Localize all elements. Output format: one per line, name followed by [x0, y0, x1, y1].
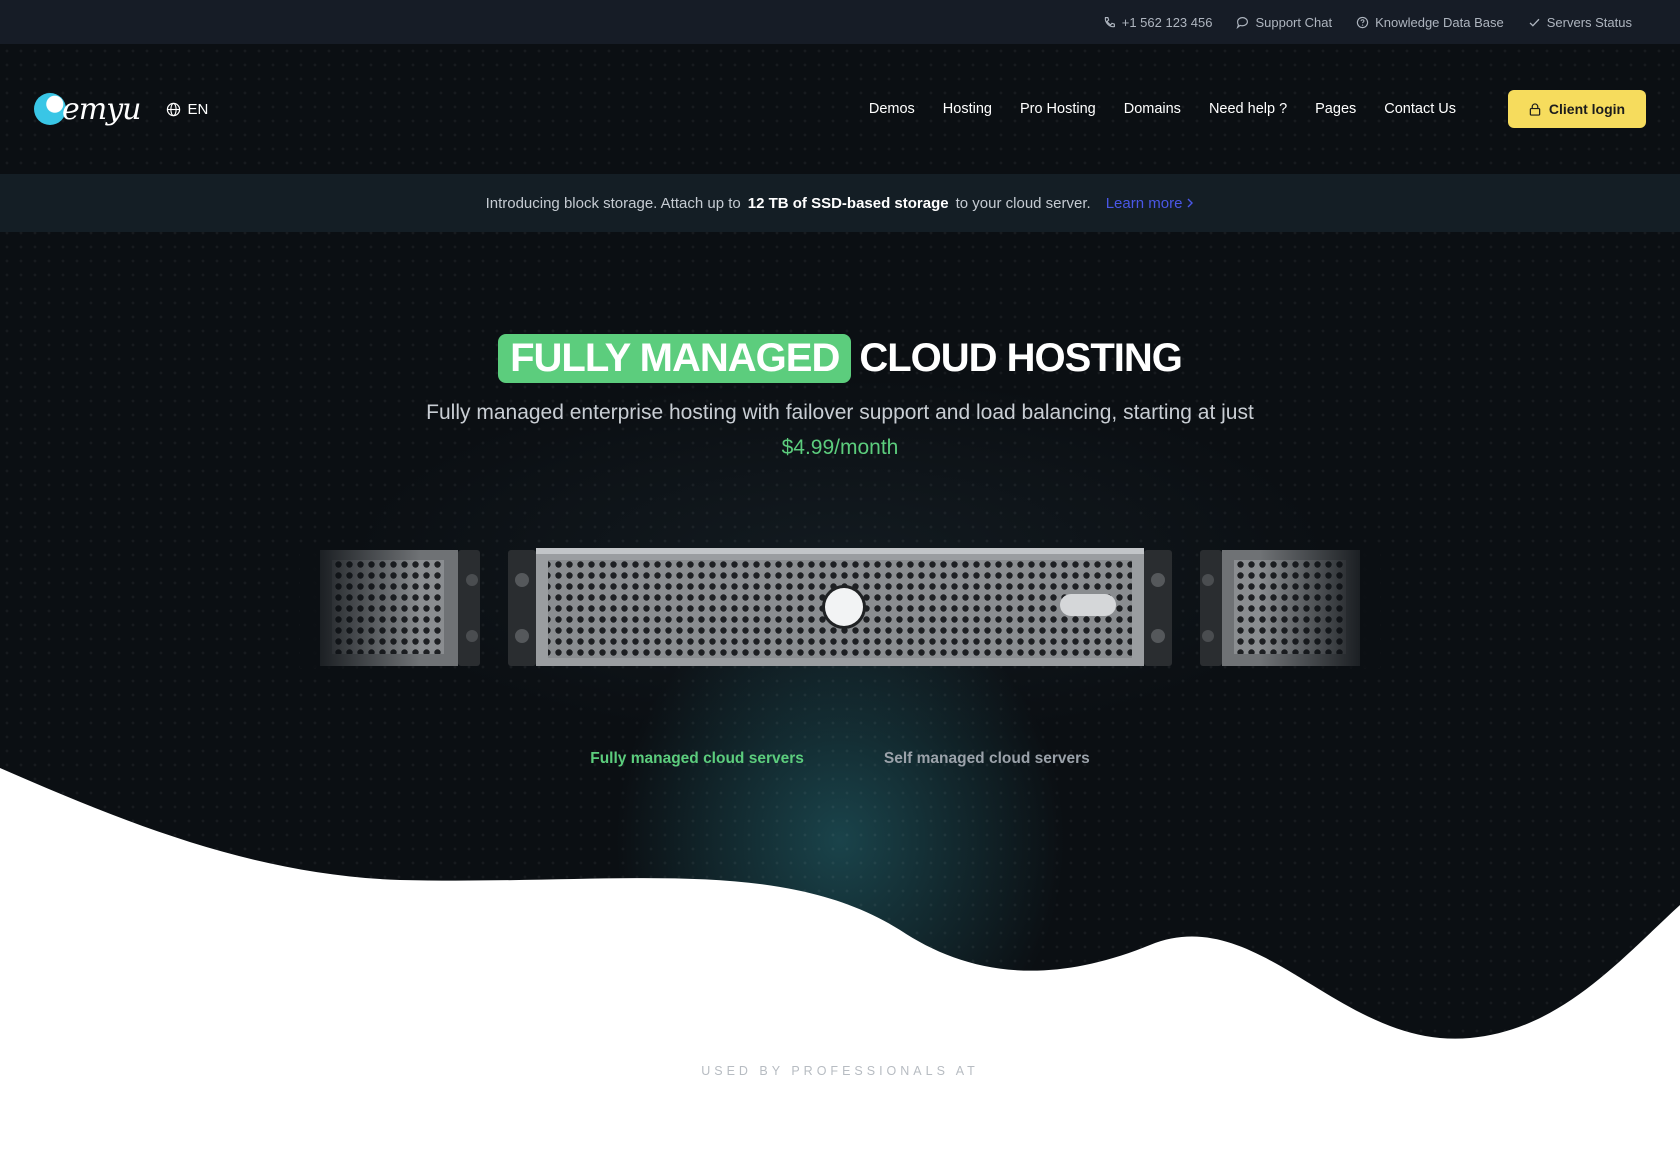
tab-self-managed[interactable]: Self managed cloud servers	[884, 750, 1090, 768]
servers-status-link[interactable]: Servers Status	[1528, 15, 1632, 30]
main-header: emyu EN Demos Hosting Pro Hosting Domain…	[0, 44, 1680, 174]
hero-subtitle-text: Fully managed enterprise hosting with fa…	[426, 401, 1254, 424]
learn-more-link[interactable]: Learn more	[1106, 195, 1195, 212]
phone-link[interactable]: +1 562 123 456	[1103, 14, 1213, 30]
announcement-text: Introducing block storage. Attach up to	[485, 194, 741, 212]
hero-subtitle: Fully managed enterprise hosting with fa…	[420, 395, 1260, 465]
hero-price: $4.99/month	[781, 436, 899, 459]
nav-item-pro-hosting[interactable]: Pro Hosting	[1020, 101, 1096, 117]
wave-divider	[0, 768, 1680, 1164]
phone-number: +1 562 123 456	[1121, 14, 1213, 30]
check-icon	[1529, 18, 1540, 27]
server-rack-illustration	[300, 548, 1380, 668]
nav-item-domains[interactable]: Domains	[1124, 101, 1181, 117]
lock-icon	[1529, 102, 1541, 116]
help-circle-icon	[1356, 16, 1369, 28]
language-selector[interactable]: EN	[166, 101, 208, 118]
knowledge-base-link[interactable]: Knowledge Data Base	[1356, 15, 1504, 30]
announcement-text-end: to your cloud server.	[955, 194, 1091, 212]
announcement-bar: Introducing block storage. Attach up to …	[0, 174, 1680, 232]
language-label: EN	[187, 100, 209, 118]
nav-item-demos[interactable]: Demos	[869, 101, 915, 117]
tab-fully-managed[interactable]: Fully managed cloud servers	[590, 750, 804, 768]
logo[interactable]: emyu	[34, 91, 141, 127]
top-bar: +1 562 123 456 Support Chat Knowledge Da…	[0, 0, 1680, 44]
phone-icon	[1104, 16, 1115, 27]
hero-title: FULLY MANAGED CLOUD HOSTING	[0, 334, 1680, 383]
nav-item-hosting[interactable]: Hosting	[943, 101, 992, 117]
knowledge-base-label: Knowledge Data Base	[1375, 14, 1504, 30]
chevron-right-icon	[1187, 198, 1194, 208]
main-nav: Demos Hosting Pro Hosting Domains Need h…	[869, 101, 1456, 117]
support-chat-label: Support Chat	[1255, 14, 1333, 30]
support-chat-link[interactable]: Support Chat	[1236, 15, 1332, 30]
client-login-button[interactable]: Client login	[1508, 90, 1646, 128]
chat-icon	[1236, 16, 1249, 29]
announcement-highlight: 12 TB of SSD-based storage	[747, 194, 949, 212]
nav-item-contact-us[interactable]: Contact Us	[1384, 101, 1456, 117]
used-by-professionals-label: USED BY PROFESSIONALS AT	[701, 1064, 979, 1078]
hero-title-highlight: FULLY MANAGED	[498, 334, 852, 383]
learn-more-label: Learn more	[1105, 194, 1183, 212]
client-login-label: Client login	[1548, 101, 1626, 117]
nav-item-pages[interactable]: Pages	[1315, 101, 1356, 117]
nav-item-need-help[interactable]: Need help ?	[1209, 101, 1287, 117]
hero-title-rest: CLOUD HOSTING	[859, 336, 1183, 380]
globe-icon	[167, 102, 181, 116]
server-type-tabs: Fully managed cloud servers Self managed…	[0, 750, 1680, 768]
logo-text: emyu	[62, 91, 141, 127]
servers-status-label: Servers Status	[1546, 14, 1632, 30]
